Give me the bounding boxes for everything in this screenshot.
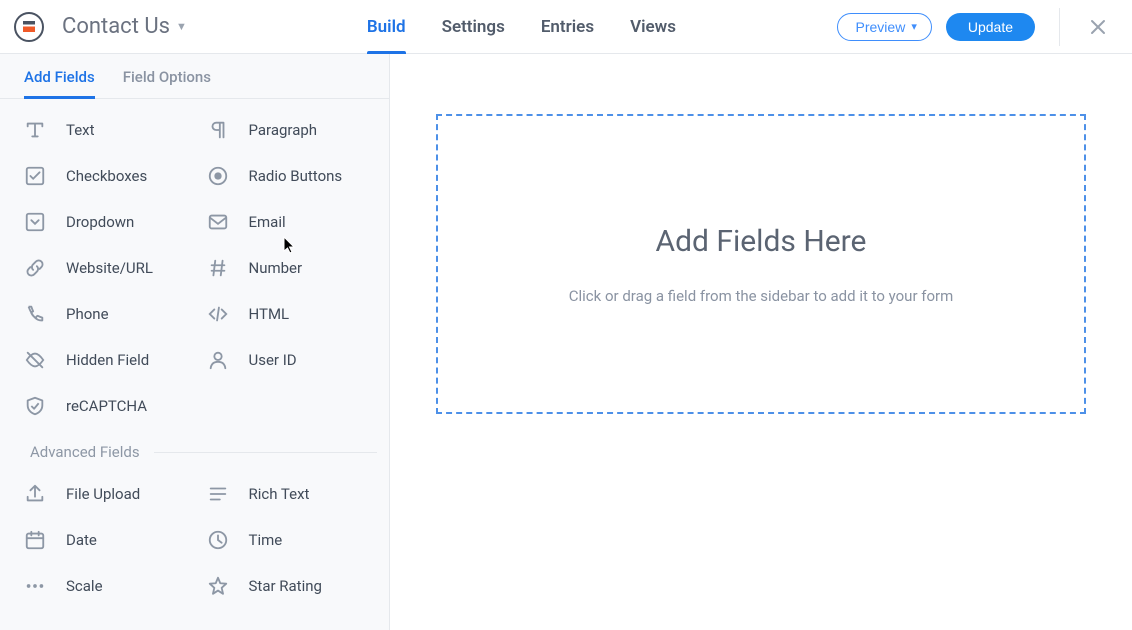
field-label: Dropdown — [66, 213, 134, 231]
field-date[interactable]: Date — [16, 517, 199, 563]
field-label: Checkboxes — [66, 167, 147, 185]
dropzone-title: Add Fields Here — [656, 224, 867, 259]
chevron-down-icon: ▼ — [176, 20, 187, 33]
field-label: User ID — [249, 351, 297, 369]
shield-icon — [24, 395, 46, 417]
field-scale[interactable]: Scale — [16, 563, 199, 609]
field-paragraph[interactable]: Paragraph — [199, 107, 382, 153]
field-label: Star Rating — [249, 577, 322, 595]
form-canvas: Add Fields Here Click or drag a field fr… — [390, 54, 1132, 630]
upload-icon — [24, 483, 46, 505]
field-radio-buttons[interactable]: Radio Buttons — [199, 153, 382, 199]
field-html[interactable]: HTML — [199, 291, 382, 337]
radio-icon — [207, 165, 229, 187]
field-label: Hidden Field — [66, 351, 149, 369]
tab-build[interactable]: Build — [367, 0, 406, 53]
link-icon — [24, 257, 46, 279]
dropzone[interactable]: Add Fields Here Click or drag a field fr… — [436, 114, 1086, 414]
field-label: reCAPTCHA — [66, 397, 147, 415]
user-icon — [207, 349, 229, 371]
top-actions: Preview ▾ Update — [837, 8, 1112, 46]
form-name-dropdown[interactable]: Contact Us ▼ — [62, 14, 187, 39]
divider — [154, 452, 377, 453]
field-phone[interactable]: Phone — [16, 291, 199, 337]
field-text[interactable]: Text — [16, 107, 199, 153]
paragraph-icon — [207, 119, 229, 141]
dropdown-icon — [24, 211, 46, 233]
field-hidden[interactable]: Hidden Field — [16, 337, 199, 383]
email-icon — [207, 211, 229, 233]
field-label: Time — [249, 531, 283, 549]
tab-entries[interactable]: Entries — [541, 0, 594, 53]
scale-icon — [24, 575, 46, 597]
field-label: Number — [249, 259, 303, 277]
field-user-id[interactable]: User ID — [199, 337, 382, 383]
field-list: Text Paragraph Checkboxes Radio Buttons — [0, 99, 389, 630]
text-icon — [24, 119, 46, 141]
field-number[interactable]: Number — [199, 245, 382, 291]
field-label: Website/URL — [66, 259, 153, 277]
app-logo — [14, 12, 44, 42]
field-email[interactable]: Email — [199, 199, 382, 245]
field-dropdown[interactable]: Dropdown — [16, 199, 199, 245]
phone-icon — [24, 303, 46, 325]
field-label: HTML — [249, 305, 290, 323]
sidebar-tabs: Add Fields Field Options — [0, 54, 389, 99]
richtext-icon — [207, 483, 229, 505]
dropzone-subtitle: Click or drag a field from the sidebar t… — [569, 287, 954, 305]
tab-settings[interactable]: Settings — [442, 0, 505, 53]
field-label: Rich Text — [249, 485, 310, 503]
field-label: Text — [66, 121, 95, 139]
field-label: File Upload — [66, 485, 140, 503]
date-icon — [24, 529, 46, 551]
checkbox-icon — [24, 165, 46, 187]
preview-label: Preview — [856, 19, 906, 35]
advanced-fields-header: Advanced Fields — [16, 429, 381, 471]
update-button[interactable]: Update — [946, 13, 1035, 41]
field-checkboxes[interactable]: Checkboxes — [16, 153, 199, 199]
close-button[interactable] — [1084, 13, 1112, 41]
field-recaptcha[interactable]: reCAPTCHA — [16, 383, 199, 429]
field-website-url[interactable]: Website/URL — [16, 245, 199, 291]
field-time[interactable]: Time — [199, 517, 382, 563]
html-icon — [207, 303, 229, 325]
sidebar: Add Fields Field Options Text Paragraph … — [0, 54, 390, 630]
workspace: Add Fields Field Options Text Paragraph … — [0, 54, 1132, 630]
hash-icon — [207, 257, 229, 279]
field-label: Radio Buttons — [249, 167, 343, 185]
field-label: Scale — [66, 577, 103, 595]
time-icon — [207, 529, 229, 551]
field-file-upload[interactable]: File Upload — [16, 471, 199, 517]
close-icon — [1090, 19, 1106, 35]
field-label: Email — [249, 213, 286, 231]
section-title: Advanced Fields — [30, 443, 140, 461]
star-icon — [207, 575, 229, 597]
hidden-icon — [24, 349, 46, 371]
field-label: Phone — [66, 305, 109, 323]
sidebar-tab-field-options[interactable]: Field Options — [123, 68, 211, 98]
chevron-down-icon: ▾ — [911, 20, 917, 33]
field-rich-text[interactable]: Rich Text — [199, 471, 382, 517]
main-tabs: Build Settings Entries Views — [367, 0, 676, 53]
field-label: Paragraph — [249, 121, 318, 139]
preview-button[interactable]: Preview ▾ — [837, 13, 932, 41]
tab-views[interactable]: Views — [630, 0, 676, 53]
field-label: Date — [66, 531, 97, 549]
divider — [1059, 8, 1060, 46]
field-star-rating[interactable]: Star Rating — [199, 563, 382, 609]
form-name: Contact Us — [62, 14, 170, 39]
sidebar-tab-add-fields[interactable]: Add Fields — [24, 68, 95, 98]
top-bar: Contact Us ▼ Build Settings Entries View… — [0, 0, 1132, 54]
